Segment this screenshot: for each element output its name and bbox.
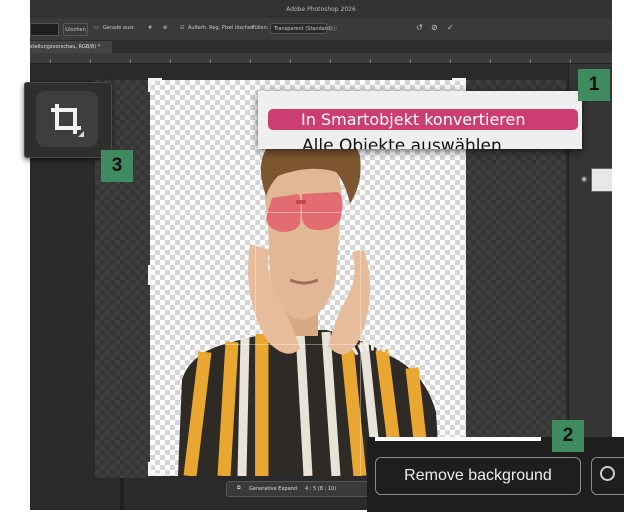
ruler-tick (50, 59, 51, 63)
ruler-tick (330, 59, 331, 63)
delete-cropped-label: Außerh. Reg. Pixel löschen (188, 25, 255, 31)
ratio-select[interactable]: 4 : 5 (8 : 10) (305, 486, 336, 492)
ruler-tick (450, 59, 451, 63)
document-tab-bar: stellungsvorschau, RGB/8) * (30, 41, 612, 53)
commit-check-icon[interactable]: ✓ (447, 23, 454, 32)
crop-handle-top-right[interactable] (463, 78, 466, 92)
options-bar: Löschen ▭ Gerade ausr. # ⚙ ☑ Außerh. Reg… (30, 18, 612, 41)
crop-tool-icon (51, 104, 84, 137)
callout-badge-1: 1 (578, 69, 610, 101)
reset-icon[interactable]: ↺ (416, 23, 423, 32)
title-bar: Adobe Photoshop 2026 (30, 0, 612, 18)
ruler-tick (490, 59, 491, 63)
fill-select[interactable]: Transparent (Standard) (270, 23, 332, 34)
ruler-tick (210, 59, 211, 63)
crop-handle-top-left[interactable] (148, 78, 151, 92)
ruler-tick (410, 59, 411, 63)
info-icon[interactable]: ⓘ (332, 25, 337, 32)
settings-gear-icon[interactable]: ⚙ (163, 25, 167, 31)
generative-expand-button[interactable]: Generative Expand (249, 486, 297, 492)
crop-handle-bottom-left[interactable] (148, 473, 162, 476)
ruler-tick (90, 59, 91, 63)
menu-item-next[interactable]: Alle Objekte auswählen (302, 136, 502, 149)
ruler-tick (290, 59, 291, 63)
remove-background-button[interactable]: Remove background (375, 457, 581, 495)
generative-expand-icon[interactable]: ⧉ (237, 485, 241, 491)
visibility-eye-icon[interactable]: ◉ (581, 175, 587, 183)
ruler-tick (370, 59, 371, 63)
menu-item-convert-smart-object[interactable]: In Smartobjekt konvertieren (268, 109, 578, 130)
delete-cropped-checkbox[interactable]: ☑ (180, 25, 184, 31)
panel-highlight-line (375, 437, 541, 441)
straighten-icon[interactable]: ▭ (94, 25, 99, 31)
crop-grid-line (255, 80, 256, 476)
more-options-button[interactable] (591, 457, 624, 495)
crop-handle-right[interactable] (463, 265, 466, 285)
ruler-tick (130, 59, 131, 63)
crop-handle-left[interactable] (148, 265, 151, 285)
crop-tool-zoom (24, 82, 112, 158)
ruler-tick (250, 59, 251, 63)
callout-badge-3: 3 (101, 150, 133, 182)
document-tab[interactable]: stellungsvorschau, RGB/8) * (30, 41, 112, 53)
document-tab-label: stellungsvorschau, RGB/8) * (30, 44, 101, 50)
crop-grid-line (150, 212, 466, 213)
horizontal-ruler (30, 53, 612, 64)
crop-tool-button[interactable] (36, 91, 98, 147)
layer-thumbnail[interactable] (591, 168, 612, 192)
crop-grid-line (150, 344, 466, 345)
delete-button[interactable]: Löschen (63, 23, 88, 36)
ratio-input[interactable] (30, 23, 59, 36)
remove-background-panel: Remove background (367, 437, 624, 512)
fill-label: Füllen: (252, 25, 269, 31)
ruler-tick (530, 59, 531, 63)
fill-select-value: Transparent (Standard) (274, 25, 332, 32)
overlay-grid-icon[interactable]: # (148, 25, 152, 31)
straighten-label[interactable]: Gerade ausr. (103, 25, 135, 31)
photoshop-window: Adobe Photoshop 2026 Löschen ▭ Gerade au… (30, 0, 612, 510)
context-menu: In Smartobjekt konvertieren Alle Objekte… (258, 91, 582, 149)
callout-badge-2: 2 (552, 420, 584, 452)
ruler-tick (570, 59, 571, 63)
ruler-tick (170, 59, 171, 63)
cancel-icon[interactable]: ⊘ (431, 23, 438, 32)
person-select-icon (600, 466, 615, 481)
app-title: Adobe Photoshop 2026 (286, 5, 356, 13)
